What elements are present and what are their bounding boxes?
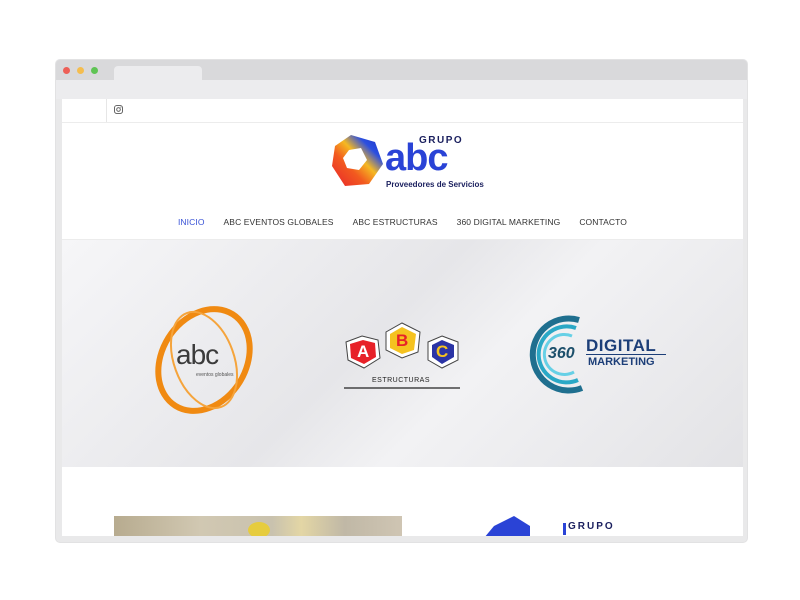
hard-hat-shape xyxy=(248,522,270,536)
site-header: GRUPO abc Proveedores de Servicios INICI… xyxy=(62,123,743,238)
grupo-accent-bar xyxy=(563,523,566,535)
topbar-divider xyxy=(106,99,107,122)
logo-tagline: Proveedores de Servicios xyxy=(386,180,484,189)
abc-eventos-globales-logo[interactable]: abc eventos globales xyxy=(150,304,260,416)
grupo-lower-text: GRUPO xyxy=(568,521,615,532)
grupo-logo-partial-mark xyxy=(485,516,530,536)
nav-item-abc-eventos-globales[interactable]: ABC EVENTOS GLOBALES xyxy=(224,215,334,229)
minimize-window-button[interactable] xyxy=(77,67,84,74)
top-bar xyxy=(62,99,743,123)
abc-estructuras-logo[interactable]: A B C ESTRUCTURAS xyxy=(342,320,464,392)
nav-item-abc-estructuras[interactable]: ABC ESTRUCTURAS xyxy=(353,215,438,229)
page-viewport: GRUPO abc Proveedores de Servicios INICI… xyxy=(62,99,743,536)
site-logo[interactable]: GRUPO abc Proveedores de Servicios xyxy=(327,132,484,194)
browser-tab[interactable] xyxy=(114,66,202,80)
logo-abc-text: abc xyxy=(385,137,448,179)
eventos-sub-text: eventos globales xyxy=(196,372,234,378)
content-section: GRUPO xyxy=(62,467,743,536)
hero-banner: abc eventos globales A B C ESTRUCTURAS 3… xyxy=(62,239,743,468)
eventos-abc-text: abc xyxy=(176,339,219,370)
nav-item-inicio[interactable]: INICIO xyxy=(178,215,205,229)
nav-item-360-digital-marketing[interactable]: 360 DIGITAL MARKETING xyxy=(457,215,561,229)
digital-word: DIGITAL xyxy=(586,336,657,355)
digital-360-text: 360 xyxy=(548,345,575,362)
estructuras-letter-c: C xyxy=(436,342,449,361)
estructuras-label: ESTRUCTURAS xyxy=(372,377,431,384)
instagram-icon[interactable] xyxy=(114,105,123,114)
maximize-window-button[interactable] xyxy=(91,67,98,74)
marketing-word: MARKETING xyxy=(588,356,655,368)
close-window-button[interactable] xyxy=(63,67,70,74)
browser-window: GRUPO abc Proveedores de Servicios INICI… xyxy=(56,60,747,542)
logo-hexagon-mark xyxy=(332,135,383,186)
digital-underline xyxy=(586,354,666,355)
360-digital-marketing-logo[interactable]: 360 DIGITAL MARKETING xyxy=(524,312,674,396)
main-nav: INICIO ABC EVENTOS GLOBALES ABC ESTRUCTU… xyxy=(62,215,743,229)
browser-titlebar xyxy=(56,60,747,80)
construction-photo xyxy=(114,516,402,536)
estructuras-letter-a: A xyxy=(357,342,370,361)
browser-toolbar xyxy=(56,80,747,99)
nav-item-contacto[interactable]: CONTACTO xyxy=(579,215,627,229)
estructuras-letter-b: B xyxy=(396,331,409,350)
